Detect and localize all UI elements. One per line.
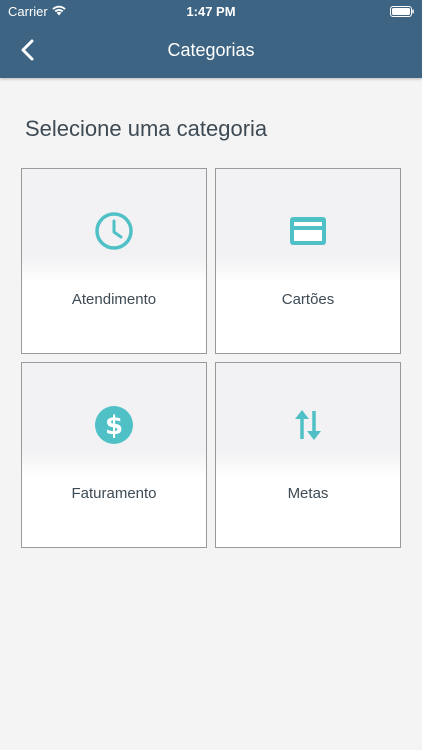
category-label: Faturamento <box>71 485 157 502</box>
category-card-cartoes[interactable]: Cartões <box>215 168 401 354</box>
swap-vertical-icon <box>288 405 328 445</box>
category-grid: Atendimento Cartões $ Faturamento Metas <box>21 168 401 549</box>
category-label: Cartões <box>281 291 335 308</box>
svg-text:$: $ <box>105 411 123 441</box>
category-card-faturamento[interactable]: $ Faturamento <box>21 362 207 548</box>
category-card-metas[interactable]: Metas <box>215 362 401 548</box>
navigation-bar: Categorias <box>0 22 422 78</box>
screen: Carrier 1:47 PM Categorias Selecione uma… <box>0 0 422 750</box>
status-time: 1:47 PM <box>186 4 236 19</box>
top-bar: Carrier 1:47 PM Categorias <box>0 0 422 78</box>
status-bar: Carrier 1:47 PM <box>0 0 422 22</box>
section-title: Selecione uma categoria <box>25 116 268 141</box>
battery-icon <box>390 5 414 17</box>
clock-icon <box>94 211 134 251</box>
category-label: Atendimento <box>71 291 157 308</box>
dollar-icon: $ <box>94 405 134 445</box>
page-title: Categorias <box>167 40 255 60</box>
credit-card-icon <box>288 211 328 251</box>
category-card-atendimento[interactable]: Atendimento <box>21 168 207 354</box>
category-label: Metas <box>287 485 329 502</box>
